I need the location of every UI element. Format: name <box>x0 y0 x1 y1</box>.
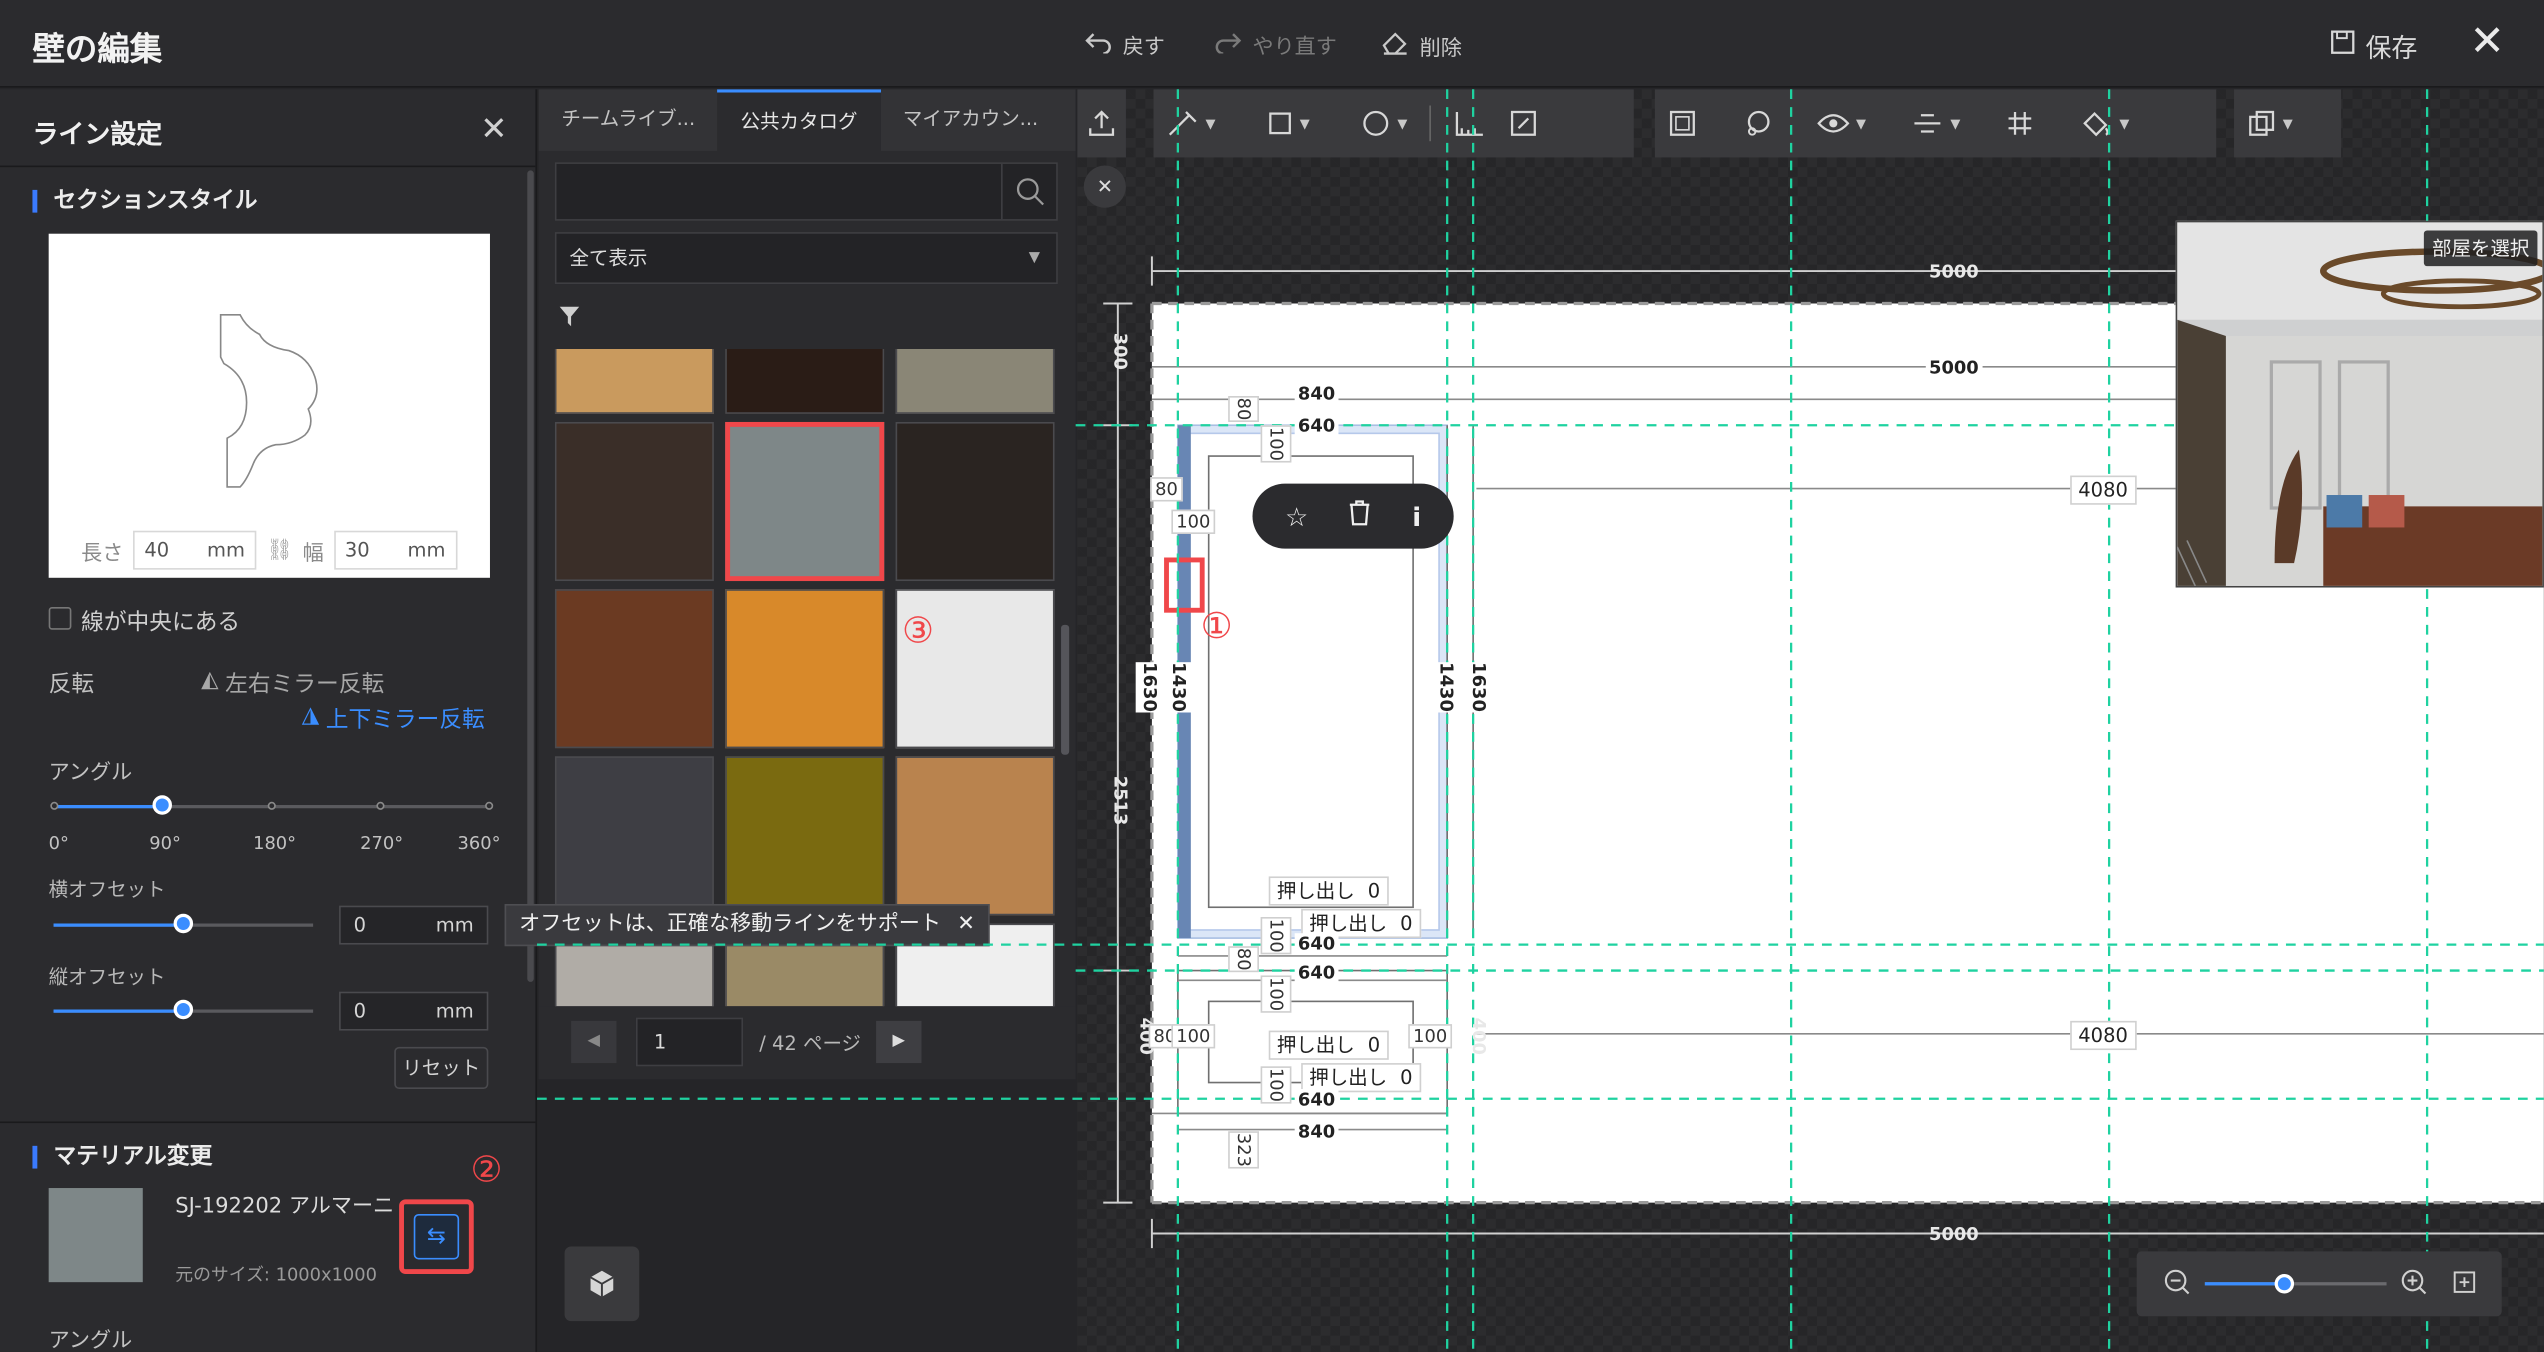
star-icon[interactable]: ☆ <box>1285 501 1308 532</box>
dim-low-640: 640 <box>1294 1089 1339 1111</box>
view-3d-button[interactable] <box>564 1246 640 1322</box>
extrude-row-4[interactable]: 押し出し 0 <box>1301 1063 1421 1093</box>
dim-inner-total: 5000 <box>1925 357 1982 379</box>
fit-screen-icon[interactable] <box>2451 1269 2477 1301</box>
cube-icon <box>590 1270 614 1297</box>
room-select-button[interactable]: 部屋を選択 <box>2423 230 2538 267</box>
dim-mid-640-b: 640 <box>1294 962 1339 984</box>
extrude-label: 押し出し <box>1276 879 1355 903</box>
dim-top-80: 80 <box>1228 396 1259 422</box>
dim-low-100: 100 <box>1171 1024 1216 1049</box>
extrude-value: 0 <box>1367 1033 1381 1057</box>
dim-low-100-right: 100 <box>1408 1024 1453 1049</box>
room-3d-preview[interactable] <box>2175 220 2544 588</box>
dim-top-100: 100 <box>1260 425 1292 463</box>
dim-right-span-top: 4080 <box>2070 475 2136 505</box>
dim-mid-80: 80 <box>1228 946 1259 973</box>
dim-low-840: 840 <box>1294 1121 1339 1143</box>
extrude-value: 0 <box>1400 912 1413 935</box>
dim-offset-100: 100 <box>1171 509 1216 534</box>
extrude-row-3[interactable]: 押し出し 0 <box>1268 1030 1389 1060</box>
extrude-label: 押し出し <box>1276 1033 1355 1057</box>
dim-frame-outer-width: 840 <box>1294 383 1339 405</box>
dim-right-span-bottom: 4080 <box>2070 1020 2136 1051</box>
zoom-out-icon[interactable] <box>2163 1268 2192 1304</box>
info-icon[interactable]: i <box>1412 501 1421 532</box>
dim-left-top: 300 <box>1109 332 1131 370</box>
wall-drawing <box>537 89 2544 1352</box>
dim-mid-640-a: 640 <box>1294 933 1339 955</box>
dim-frame-outer-height-right: 1630 <box>1465 662 1493 712</box>
extrude-value: 0 <box>1367 879 1381 903</box>
extrude-row-1[interactable]: 押し出し 0 <box>1268 876 1389 906</box>
room-render-image <box>2177 222 2543 586</box>
annotation-1: ① <box>1200 607 1233 648</box>
dim-gap-323: 323 <box>1228 1131 1259 1169</box>
dim-top-total: 5000 <box>1929 261 1979 283</box>
dim-frame-inner-height: 1430 <box>1164 662 1193 712</box>
zoom-slider-fill <box>2204 1282 2285 1286</box>
dim-low-100-b: 100 <box>1260 1066 1292 1104</box>
zoom-control <box>2136 1251 2502 1317</box>
dim-offset-80: 80 <box>1150 477 1183 502</box>
dim-frame-inner-width: 640 <box>1294 415 1339 437</box>
dim-bottom-total: 5000 <box>1929 1223 1979 1245</box>
dim-frame-outer-height: 1630 <box>1135 662 1164 712</box>
zoom-slider-knob[interactable] <box>2274 1274 2295 1294</box>
dim-mid-100-a: 100 <box>1260 916 1292 955</box>
trash-icon[interactable] <box>1347 498 1373 534</box>
extrude-value: 0 <box>1400 1066 1413 1090</box>
dim-frame-inner-height-right: 1430 <box>1432 662 1461 712</box>
extrude-label: 押し出し <box>1309 1066 1388 1090</box>
dim-mid-100-b: 100 <box>1260 975 1292 1013</box>
dim-low-right-400: 400 <box>1468 1017 1490 1055</box>
dim-left-total: 2513 <box>1109 775 1131 826</box>
selection-floating-toolbar: ☆ i <box>1252 483 1454 549</box>
zoom-in-icon[interactable] <box>2400 1268 2429 1304</box>
